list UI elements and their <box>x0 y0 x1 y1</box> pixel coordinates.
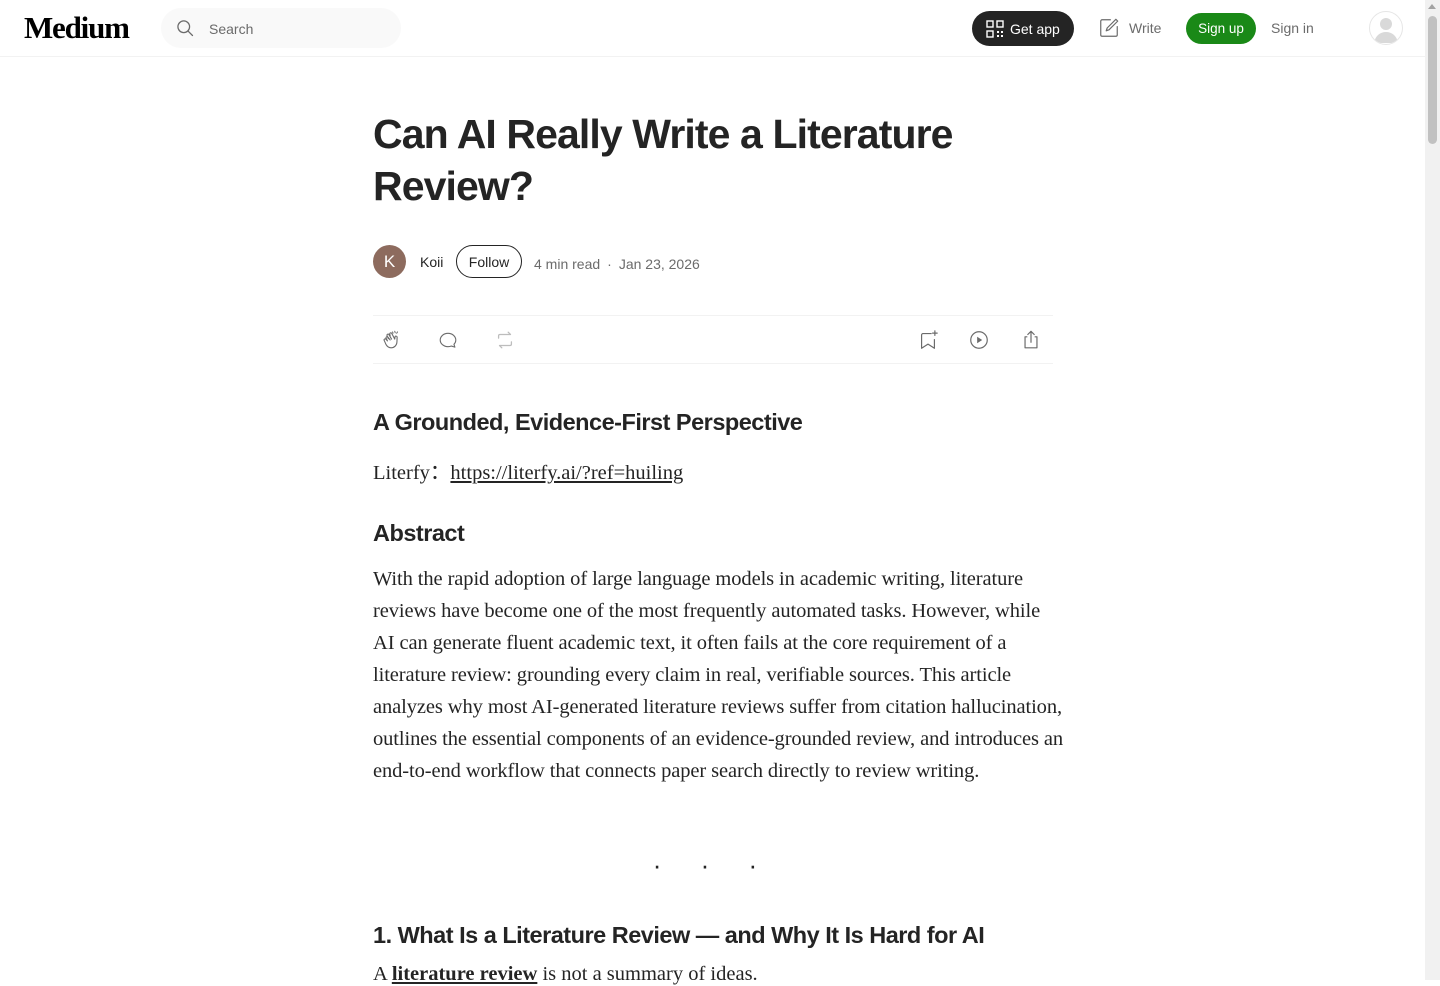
write-icon <box>1100 18 1119 37</box>
article-subtitle: A Grounded, Evidence-First Perspective <box>373 409 803 435</box>
literature-review-link[interactable]: literature review <box>392 963 538 985</box>
top-navigation: Medium Get app Write Sign up Sign in <box>0 0 1425 57</box>
write-button[interactable]: Write <box>1098 16 1161 40</box>
section-1-heading: 1. What Is a Literature Review — and Why… <box>373 922 985 948</box>
clap-icon[interactable] <box>381 329 403 351</box>
author-avatar[interactable]: K <box>373 245 406 278</box>
reference-line: Literfy：https://literfy.ai/?ref=huiling <box>373 455 683 485</box>
author-name[interactable]: Koii <box>420 254 443 270</box>
article-meta: 4 min read · Jan 23, 2026 <box>534 256 700 272</box>
article-title: Can AI Really Write a Literature Review? <box>373 111 953 209</box>
search-box[interactable] <box>161 8 401 48</box>
play-icon[interactable] <box>968 329 990 351</box>
repost-icon[interactable] <box>494 329 516 351</box>
write-label: Write <box>1129 20 1162 36</box>
abstract-paragraph: With the rapid adoption of large languag… <box>373 568 1063 782</box>
search-icon <box>177 20 194 37</box>
article-actions-bar <box>373 315 1053 364</box>
meta-dot: · <box>607 256 612 272</box>
medium-logo[interactable]: Medium <box>24 10 130 46</box>
sign-up-button[interactable]: Sign up <box>1186 13 1256 44</box>
follow-button[interactable]: Follow <box>456 245 522 278</box>
scrollbar-thumb[interactable] <box>1428 16 1437 144</box>
sign-in-link[interactable]: Sign in <box>1271 20 1314 36</box>
get-app-button[interactable]: Get app <box>972 11 1074 46</box>
search-input[interactable] <box>207 18 391 40</box>
scroll-up-arrow-icon[interactable] <box>1428 4 1436 9</box>
abstract-heading: Abstract <box>373 520 465 546</box>
reference-label: Literfy： <box>373 462 451 484</box>
section-separator: · · · <box>652 850 774 880</box>
bookmark-add-icon[interactable] <box>917 329 939 351</box>
section-1-lead-rest: is not a summary of ideas. <box>537 963 758 985</box>
section-1-lead-prefix: A <box>373 963 392 985</box>
section-1-paragraph: A literature review is not a summary of … <box>373 963 758 986</box>
byline: K Koii Follow 4 min read · Jan 23, 2026 <box>373 245 1053 278</box>
qr-code-icon <box>986 19 1004 38</box>
share-icon[interactable] <box>1020 329 1042 351</box>
reference-link[interactable]: https://literfy.ai/?ref=huiling <box>450 462 683 484</box>
read-time: 4 min read <box>534 256 601 272</box>
get-app-label: Get app <box>1010 20 1060 37</box>
page-scrollbar[interactable] <box>1425 0 1440 980</box>
comment-icon[interactable] <box>437 329 459 351</box>
publish-date: Jan 23, 2026 <box>618 256 700 272</box>
user-avatar-icon[interactable] <box>1369 11 1403 45</box>
